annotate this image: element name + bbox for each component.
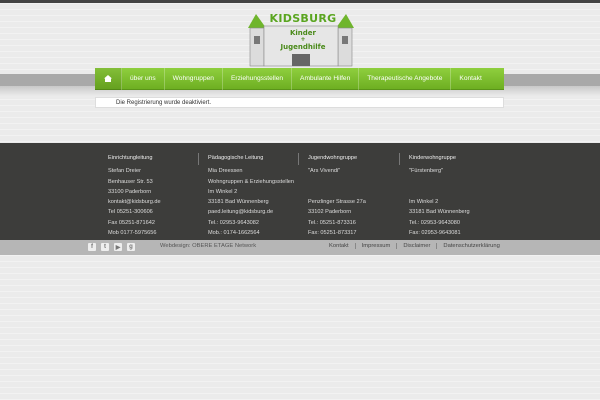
footer-line: Mob.: 0174-1662564 [208,230,260,237]
footer-line: Fax: 02953-9643081 [409,230,461,237]
footer-line: Mia Dreessen [208,168,243,175]
footer-link-impressum[interactable]: Impressum [362,243,398,249]
footer-line: Wohngruppen & Erziehungsstellen [208,178,295,185]
footer-col-heading: Jugendwohngruppe [308,155,358,161]
kidsburg-logo[interactable]: KIDSBURG Kinder + Jugendhilfe [246,10,356,68]
footer-line: Tel 05251-300606 [108,209,153,216]
footer-line: Benhauser Str. 53 [108,178,153,185]
footer-line: Fax: 05251-873317 [308,230,357,237]
footer-link-kontakt[interactable]: Kontakt [329,243,356,249]
logo-subtitle-2: + [300,36,306,43]
footer-divider [399,153,400,165]
nav-item-ambulante-hilfen[interactable]: Ambulante Hilfen [292,67,360,90]
youtube-icon[interactable]: ▶ [114,243,122,251]
nav-item-kontakt[interactable]: Kontakt [451,68,489,90]
facebook-icon[interactable]: f [88,243,96,251]
footer-email-link[interactable]: kontakt@kidsburg.de [108,197,161,207]
footer-col-heading: Einrichtungleitung [108,155,153,161]
footer: Einrichtungleitung Stefan Dreier Benhaus… [0,143,600,240]
webdesign-credit[interactable]: Webdesign: OBERE ETAGE Network [160,243,256,249]
footer-divider [298,153,299,165]
home-icon [104,75,112,82]
footer-line: Tel.: 05251-873316 [308,219,356,226]
nav-item-erziehungsstellen[interactable]: Erziehungsstellen [223,67,293,90]
footer-line: Tel.: 02953-9643082 [208,219,260,226]
footer-line: Mob 0177-5975656 [108,230,157,237]
footer-line: Tel.: 02953-9643080 [409,219,461,226]
footer-navigation: Kontakt Impressum Disclaimer Datenschutz… [329,243,512,249]
footer-line [308,187,366,197]
footer-line: 33102 Paderborn [308,209,352,216]
footer-line [409,177,470,187]
footer-line: Im Winkel 2 [409,199,439,206]
footer-link-datenschutz[interactable]: Datenschutzerklärung [443,243,505,249]
footer-col-einrichtungsleitung: Einrichtungleitung Stefan Dreier Benhaus… [108,153,161,238]
footer-line [308,177,366,187]
footer-line: 33181 Bad Wünnenberg [208,199,269,206]
footer-col-heading: Pädagogische Leitung [208,155,264,161]
main-navigation: über uns Wohngruppen Erziehungsstellen A… [95,67,504,90]
footer-line: "Fürstenberg" [409,168,444,175]
footer-email-link[interactable]: paed.leitung@kidsburg.de [208,207,294,217]
footer-line: 33181 Bad Wünnenberg [409,209,470,216]
footer-line: Penzlinger Strasse 27a [308,199,366,206]
google-plus-icon[interactable]: g [127,243,135,251]
footer-col-jugendwohngruppe: Jugendwohngruppe "Ars Vivendi" Penzlinge… [308,153,366,238]
footer-col-heading: Kinderwohngruppe [409,155,456,161]
logo-brand-text: KIDSBURG [269,12,337,25]
footer-col-paedagogische-leitung: Pädagogische Leitung Mia Dreessen Wohngr… [208,153,294,238]
nav-item-wohngruppen[interactable]: Wohngruppen [165,67,223,90]
footer-line [409,187,470,197]
twitter-icon[interactable]: t [101,243,109,251]
nav-home[interactable] [95,67,122,90]
footer-line: "Ars Vivendi" [308,168,341,175]
bottom-bar: f t ▶ g Webdesign: OBERE ETAGE Network K… [0,240,600,255]
footer-line: Stefan Dreier [108,168,141,175]
footer-link-disclaimer[interactable]: Disclaimer [403,243,438,249]
social-links: f t ▶ g [88,243,135,251]
footer-line: Im Winkel 2 [208,188,238,195]
logo-subtitle-3: Jugendhilfe [280,43,326,51]
footer-divider [198,153,199,165]
footer-col-kinderwohngruppe: Kinderwohngruppe "Fürstenberg" Im Winkel… [409,153,470,238]
nav-item-ueber-uns[interactable]: über uns [122,67,165,90]
top-bar [0,0,600,3]
nav-item-therapeutische-angebote[interactable]: Therapeutische Angebote [359,67,452,90]
footer-line: 33100 Paderborn [108,188,152,195]
footer-line: Fax 05251-871642 [108,219,155,226]
registration-notice: Die Registrierung wurde deaktiviert. [95,97,504,108]
